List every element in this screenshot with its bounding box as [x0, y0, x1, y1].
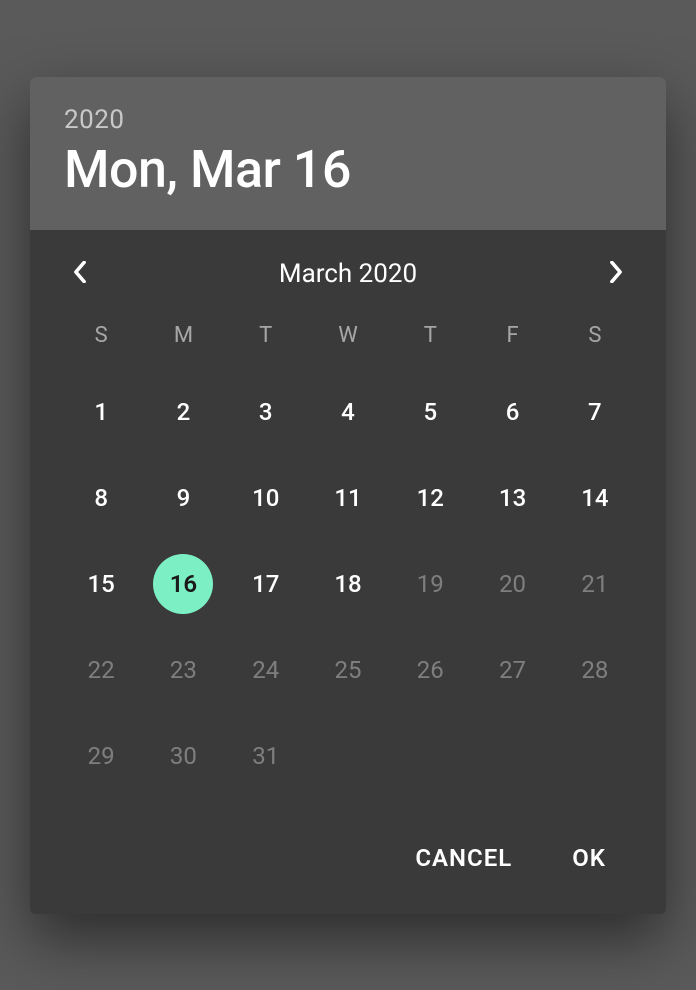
- calendar-day[interactable]: 10: [225, 468, 307, 528]
- calendar-day-number: 10: [252, 484, 279, 512]
- calendar-day-number: 5: [423, 398, 437, 426]
- calendar-day[interactable]: 18: [307, 554, 389, 614]
- calendar-day-number: 29: [88, 742, 115, 770]
- calendar-day: 23: [142, 640, 224, 700]
- weekday-header: S: [60, 316, 142, 356]
- calendar-day: 24: [225, 640, 307, 700]
- calendar-day-number: 15: [88, 570, 115, 598]
- calendar-day-number: 7: [588, 398, 602, 426]
- calendar-day-number: 2: [177, 398, 191, 426]
- calendar-day-number: 19: [417, 570, 444, 598]
- calendar-day-number: 21: [581, 570, 608, 598]
- calendar-day-number: 11: [334, 484, 361, 512]
- calendar-day-number: 14: [581, 484, 608, 512]
- calendar-day-number: 8: [94, 484, 108, 512]
- cancel-button[interactable]: CANCEL: [409, 836, 518, 880]
- calendar-day-number: 18: [334, 570, 361, 598]
- calendar-day[interactable]: 6: [471, 382, 553, 442]
- calendar-day-number: 26: [417, 656, 444, 684]
- calendar-day-number: 24: [252, 656, 279, 684]
- calendar-day-number: 31: [252, 742, 279, 770]
- calendar-day-number: 4: [341, 398, 355, 426]
- calendar-day: 31: [225, 726, 307, 786]
- calendar-day[interactable]: 11: [307, 468, 389, 528]
- month-navigation: March 2020: [60, 248, 636, 316]
- selected-date-label: Mon, Mar 16: [64, 139, 632, 200]
- calendar-day-empty: [307, 726, 389, 786]
- calendar-day[interactable]: 1: [60, 382, 142, 442]
- calendar-day-empty: [389, 726, 471, 786]
- calendar-day: 29: [60, 726, 142, 786]
- calendar-day: 25: [307, 640, 389, 700]
- calendar-day-number: 27: [499, 656, 526, 684]
- calendar-day[interactable]: 8: [60, 468, 142, 528]
- calendar-day-number: 9: [177, 484, 191, 512]
- date-picker-backdrop: 2020 Mon, Mar 16 March 2020 SMTWTFS12345…: [0, 0, 696, 990]
- weekday-header: T: [389, 316, 471, 356]
- calendar-day-number: 1: [94, 398, 108, 426]
- calendar-day[interactable]: 13: [471, 468, 553, 528]
- calendar-day: 21: [554, 554, 636, 614]
- calendar-day-number: 20: [499, 570, 526, 598]
- calendar-day[interactable]: 7: [554, 382, 636, 442]
- ok-button[interactable]: OK: [566, 836, 612, 880]
- chevron-right-icon: [609, 261, 623, 287]
- calendar-day-empty: [554, 726, 636, 786]
- calendar-day-number: 30: [170, 742, 197, 770]
- chevron-left-icon: [73, 261, 87, 287]
- calendar-day[interactable]: 9: [142, 468, 224, 528]
- calendar-day-number: 25: [335, 656, 362, 684]
- calendar-body: March 2020 SMTWTFS1234567891011121314151…: [30, 230, 666, 914]
- calendar-day[interactable]: 15: [60, 554, 142, 614]
- calendar-day: 28: [554, 640, 636, 700]
- weekday-header: M: [142, 316, 224, 356]
- date-picker-header: 2020 Mon, Mar 16: [30, 77, 666, 230]
- weekday-header: T: [225, 316, 307, 356]
- date-picker-dialog: 2020 Mon, Mar 16 March 2020 SMTWTFS12345…: [30, 77, 666, 914]
- prev-month-button[interactable]: [60, 254, 100, 294]
- calendar-day-number: 28: [581, 656, 608, 684]
- calendar-day-empty: [471, 726, 553, 786]
- calendar-day-number: 17: [252, 570, 279, 598]
- calendar-day: 26: [389, 640, 471, 700]
- dialog-actions: CANCEL OK: [60, 786, 636, 890]
- calendar-day-number: 13: [499, 484, 526, 512]
- calendar-day[interactable]: 2: [142, 382, 224, 442]
- calendar-day[interactable]: 5: [389, 382, 471, 442]
- month-year-label: March 2020: [100, 259, 596, 289]
- weekday-header: W: [307, 316, 389, 356]
- calendar-day[interactable]: 12: [389, 468, 471, 528]
- calendar-day[interactable]: 4: [307, 382, 389, 442]
- weekday-header: F: [471, 316, 553, 356]
- calendar-day-number: 23: [170, 656, 197, 684]
- calendar-day-number: 6: [506, 398, 520, 426]
- calendar-day[interactable]: 16: [142, 554, 224, 614]
- next-month-button[interactable]: [596, 254, 636, 294]
- calendar-day-number: 3: [259, 398, 273, 426]
- calendar-day: 20: [471, 554, 553, 614]
- calendar-day: 27: [471, 640, 553, 700]
- calendar-day-number: 12: [417, 484, 444, 512]
- calendar-day: 19: [389, 554, 471, 614]
- calendar-day-number: 22: [88, 656, 115, 684]
- calendar-day[interactable]: 17: [225, 554, 307, 614]
- calendar-day[interactable]: 3: [225, 382, 307, 442]
- calendar-day: 30: [142, 726, 224, 786]
- weekday-header: S: [554, 316, 636, 356]
- calendar-day: 22: [60, 640, 142, 700]
- year-selector[interactable]: 2020: [64, 105, 632, 135]
- calendar-day-number: 16: [170, 570, 197, 598]
- calendar-day[interactable]: 14: [554, 468, 636, 528]
- calendar-grid: SMTWTFS123456789101112131415161718192021…: [60, 316, 636, 786]
